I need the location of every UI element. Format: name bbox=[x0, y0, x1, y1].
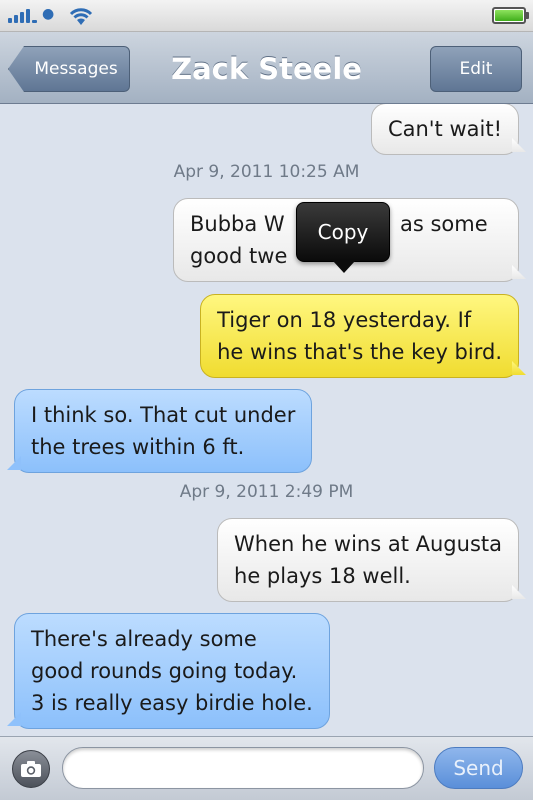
message-text: When he wins at Augusta bbox=[234, 532, 502, 556]
message-text: he plays 18 well. bbox=[234, 564, 411, 588]
message-text: good rounds going today. bbox=[31, 659, 298, 683]
timestamp: Apr 9, 2011 10:25 AM bbox=[173, 162, 360, 182]
message-list[interactable]: Can't wait! Apr 9, 2011 10:25 AM Bubba W… bbox=[0, 104, 533, 736]
message-text: Can't wait! bbox=[387, 117, 502, 141]
camera-button[interactable] bbox=[12, 750, 50, 788]
message-bubble-incoming[interactable]: I think so. That cut under the trees wit… bbox=[14, 389, 313, 473]
apple-logo-icon: ● bbox=[42, 6, 55, 22]
message-text: 3 is really easy birdie hole. bbox=[31, 691, 313, 715]
send-button[interactable]: Send bbox=[434, 747, 523, 789]
message-text: he wins that's the key bird. bbox=[217, 340, 502, 364]
conversation-title: Zack Steele bbox=[171, 52, 362, 86]
message-text: the trees within 6 ft. bbox=[31, 435, 245, 459]
message-bubble-outgoing[interactable]: When he wins at Augusta he plays 18 well… bbox=[217, 518, 519, 602]
popup-arrow bbox=[333, 261, 355, 273]
signal-icon bbox=[8, 9, 38, 23]
camera-icon bbox=[21, 761, 41, 777]
copy-button[interactable]: Copy bbox=[318, 220, 369, 244]
message-input[interactable] bbox=[62, 747, 424, 789]
wifi-icon bbox=[69, 8, 93, 25]
battery-icon bbox=[492, 7, 529, 24]
nav-bar: Messages Zack Steele Edit bbox=[0, 32, 533, 104]
message-text: I think so. That cut under bbox=[31, 403, 296, 427]
message-text-fragment: as some bbox=[400, 212, 488, 236]
message-bubble-outgoing[interactable]: Can't wait! bbox=[370, 104, 519, 155]
messages-back-button[interactable]: Messages bbox=[8, 46, 130, 92]
message-bubble-highlighted[interactable]: Tiger on 18 yesterday. If he wins that's… bbox=[200, 294, 519, 378]
message-text: There's already some bbox=[31, 627, 257, 651]
compose-bar: Send bbox=[0, 736, 533, 800]
copy-popup[interactable]: Copy bbox=[296, 202, 390, 273]
message-bubble-incoming[interactable]: There's already some good rounds going t… bbox=[14, 613, 330, 729]
message-text: Tiger on 18 yesterday. If bbox=[217, 308, 472, 332]
timestamp: Apr 9, 2011 2:49 PM bbox=[179, 482, 354, 502]
edit-button[interactable]: Edit bbox=[430, 46, 522, 92]
status-bar: ● bbox=[0, 0, 533, 32]
